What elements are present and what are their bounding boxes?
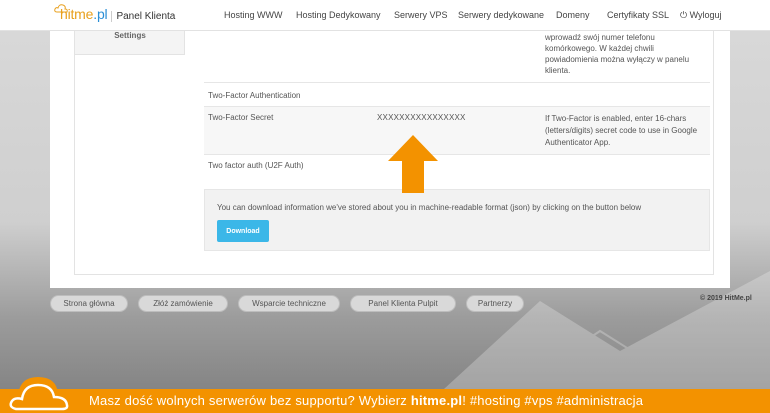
nav-hosting-www[interactable]: Hosting WWW bbox=[224, 10, 283, 20]
logout-link[interactable]: ⏻ Wyloguj bbox=[680, 10, 722, 21]
u2f-row: Two factor auth (U2F Auth) bbox=[204, 155, 710, 181]
footer-link-partnerzy[interactable]: Partnerzy bbox=[466, 295, 524, 312]
copyright: © 2019 HitMe.pl bbox=[700, 295, 752, 302]
tfa-secret-value[interactable]: XXXXXXXXXXXXXXXX bbox=[377, 113, 466, 122]
footer-link-strona-glowna[interactable]: Strona główna bbox=[50, 295, 128, 312]
orange-arrow-up-icon bbox=[388, 135, 438, 193]
power-icon: ⏻ bbox=[680, 10, 690, 20]
footer-link-wsparcie[interactable]: Wsparcie techniczne bbox=[238, 295, 340, 312]
sidebar-item-settings[interactable]: Settings bbox=[75, 31, 185, 40]
nav-serwery-vps[interactable]: Serwery VPS bbox=[394, 10, 448, 20]
logo[interactable]: hitme.pl Panel Klienta bbox=[54, 4, 175, 22]
cloud-icon bbox=[2, 377, 77, 413]
tfa-secret-label: Two-Factor Secret bbox=[208, 113, 274, 122]
nav-serwery-dedykowane[interactable]: Serwery dedykowane bbox=[458, 10, 544, 20]
sidebar: Settings bbox=[75, 31, 185, 55]
u2f-label: Two factor auth (U2F Auth) bbox=[208, 161, 304, 170]
sms-notification-row: wprowadź swój numer telefonu komórkowego… bbox=[204, 31, 710, 83]
nav-hosting-dedykowany[interactable]: Hosting Dedykowany bbox=[296, 10, 381, 20]
tfa-secret-row: Two-Factor Secret XXXXXXXXXXXXXXXX If Tw… bbox=[204, 107, 710, 155]
tfa-title: Two-Factor Authentication bbox=[208, 91, 301, 100]
nav-certyfikaty-ssl[interactable]: Certyfikaty SSL bbox=[607, 10, 669, 20]
download-section: You can download information we've store… bbox=[204, 189, 710, 251]
logo-subtitle: Panel Klienta bbox=[111, 11, 175, 22]
cloud-logo-icon bbox=[54, 4, 68, 13]
download-description: You can download information we've store… bbox=[217, 203, 642, 212]
phone-note: wprowadź swój numer telefonu komórkowego… bbox=[545, 33, 690, 75]
tfa-header-row: Two-Factor Authentication bbox=[204, 84, 710, 107]
logout-label: Wyloguj bbox=[689, 10, 722, 20]
download-button[interactable]: Download bbox=[217, 220, 269, 242]
footer-link-panel-pulpit[interactable]: Panel Klienta Pulpit bbox=[350, 295, 456, 312]
promo-banner: Masz dość wolnych serwerów bez supportu?… bbox=[0, 389, 770, 413]
tfa-secret-help: If Two-Factor is enabled, enter 16-chars… bbox=[545, 114, 698, 147]
promo-text: Masz dość wolnych serwerów bez supportu?… bbox=[89, 393, 644, 408]
top-navbar: hitme.pl Panel Klienta Hosting WWW Hosti… bbox=[0, 0, 770, 31]
promo-brand: hitme.pl bbox=[410, 393, 463, 408]
nav-domeny[interactable]: Domeny bbox=[556, 10, 590, 20]
footer-link-zloz-zamowienie[interactable]: Złóż zamówienie bbox=[138, 295, 228, 312]
